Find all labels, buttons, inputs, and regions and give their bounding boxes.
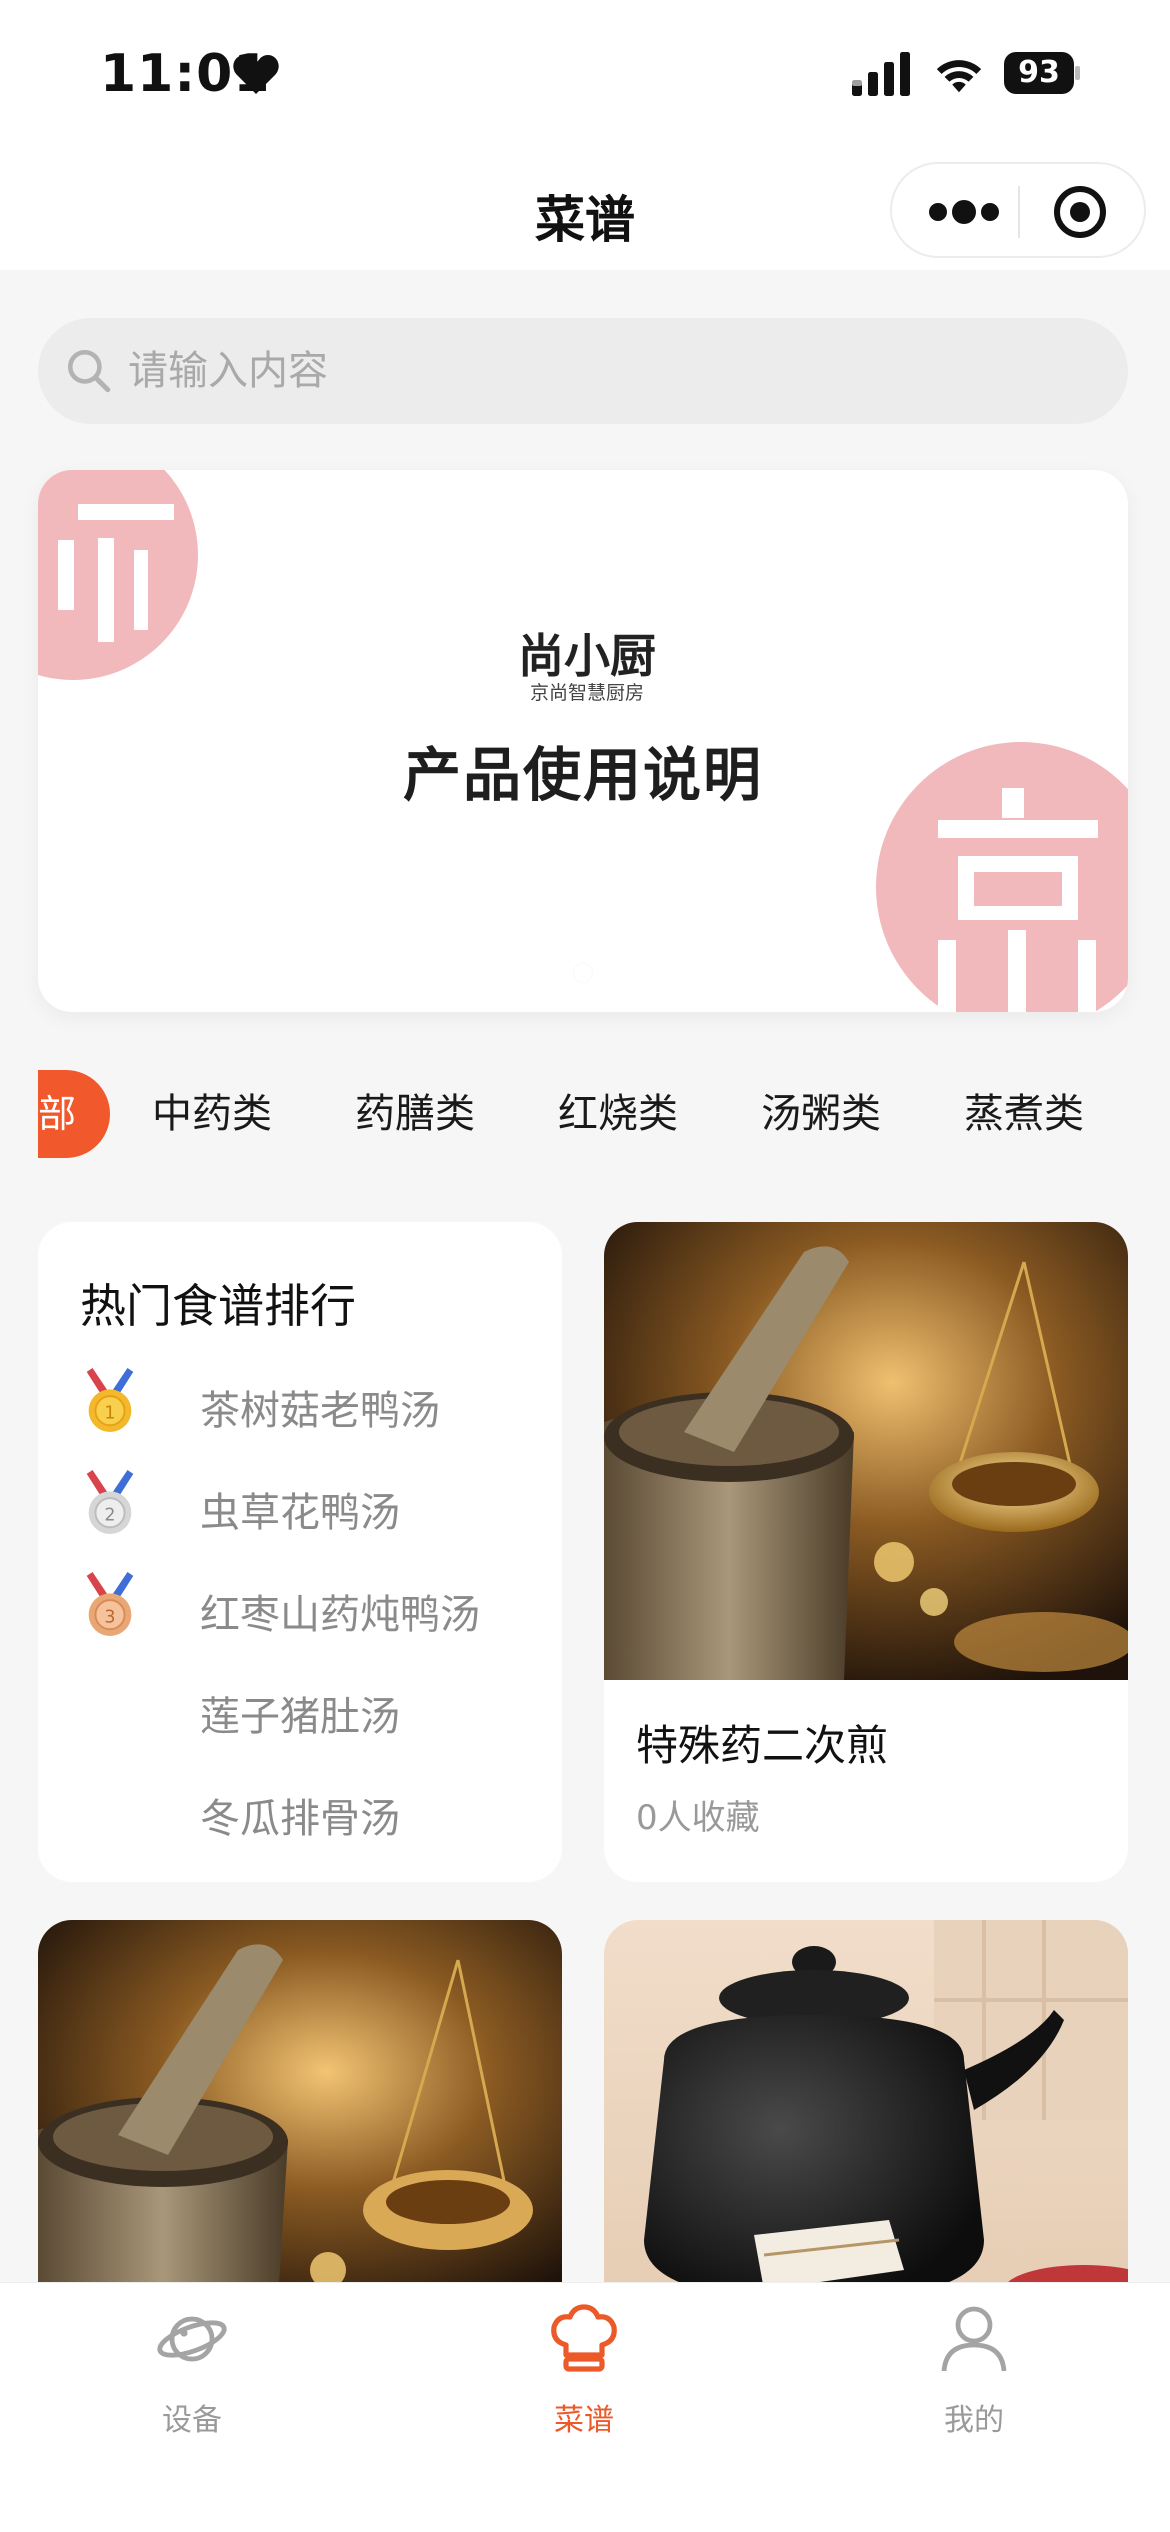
ranking-item[interactable]: 冬瓜排骨汤 xyxy=(80,1770,540,1850)
search-bar[interactable] xyxy=(38,318,1128,424)
recipe-card[interactable] xyxy=(38,1920,562,2300)
heart-icon xyxy=(233,54,279,94)
ranking-item[interactable]: 1 茶树菇老鸭汤 xyxy=(80,1362,540,1442)
ranking-item-label: 虫草花鸭汤 xyxy=(200,1490,400,1536)
nav-bar: 菜谱 xyxy=(0,150,1170,270)
banner-title: 产品使用说明 xyxy=(402,741,763,809)
planet-icon xyxy=(157,2316,227,2362)
search-icon xyxy=(67,349,111,393)
recipe-favorites-count: 0人收藏 xyxy=(636,1798,760,1838)
tab-devices-label: 设备 xyxy=(162,2403,222,2438)
brand-logo-text: 尚小厨 xyxy=(518,629,656,683)
gold-medal-icon: 1 xyxy=(86,1368,134,1433)
svg-text:1: 1 xyxy=(104,1403,115,1423)
banner-carousel[interactable]: 尚小厨 京尚智慧厨房 产品使用说明 xyxy=(38,470,1128,1012)
ranking-item-label: 茶树菇老鸭汤 xyxy=(200,1388,440,1434)
recipe-card[interactable] xyxy=(604,1920,1128,2300)
ranking-title: 热门食谱排行 xyxy=(80,1279,356,1333)
recipe-name: 特殊药二次煎 xyxy=(636,1721,889,1770)
tab-recipes-label: 菜谱 xyxy=(554,2403,614,2438)
category-tab-all[interactable]: 部 xyxy=(38,1070,110,1158)
wifi-icon xyxy=(936,60,982,93)
category-tab-chinese-medicine[interactable]: 中药类 xyxy=(152,1070,272,1158)
cellular-signal-icon xyxy=(852,52,910,96)
capsule-divider xyxy=(1018,186,1020,238)
battery-level: 93 xyxy=(1004,52,1074,94)
tab-devices[interactable]: 设备 xyxy=(92,2303,292,2443)
bottom-tab-bar: 设备 菜谱 我的 xyxy=(0,2282,1170,2532)
ranking-item[interactable]: 莲子猪肚汤 xyxy=(80,1668,540,1748)
category-tabs: 部 中药类 药膳类 红烧类 汤粥类 蒸煮类 xyxy=(0,1070,1170,1160)
ranking-item-label: 红枣山药炖鸭汤 xyxy=(200,1592,480,1638)
battery-indicator: 93 xyxy=(1004,52,1080,94)
bronze-medal-icon: 3 xyxy=(86,1572,134,1637)
recipe-card[interactable]: 特殊药二次煎 0人收藏 xyxy=(604,1222,1128,1882)
carousel-indicator-dot[interactable] xyxy=(574,964,592,982)
recipe-photo-mortar-scale xyxy=(604,1222,1128,1680)
hot-recipe-ranking-card: 热门食谱排行 1 茶树菇老鸭汤 2 虫草花鸭汤 3 红枣山药炖鸭汤 莲子猪肚汤 … xyxy=(38,1222,562,1882)
recipe-photo-mortar-scale xyxy=(38,1920,562,2300)
ranking-item-label: 冬瓜排骨汤 xyxy=(200,1796,400,1842)
ranking-item[interactable]: 2 虫草花鸭汤 xyxy=(80,1464,540,1544)
user-icon xyxy=(941,2306,1007,2372)
ranking-item[interactable]: 3 红枣山药炖鸭汤 xyxy=(80,1566,540,1646)
more-icon[interactable] xyxy=(924,192,1004,232)
ranking-item-label: 莲子猪肚汤 xyxy=(200,1694,400,1740)
svg-text:3: 3 xyxy=(104,1607,115,1627)
seal-character-top-left xyxy=(58,504,174,642)
tab-profile-label: 我的 xyxy=(944,2403,1004,2438)
tab-profile[interactable]: 我的 xyxy=(874,2303,1074,2443)
chef-hat-icon xyxy=(551,2304,617,2372)
search-input[interactable] xyxy=(128,318,1088,424)
category-tab-braised[interactable]: 红烧类 xyxy=(558,1070,678,1158)
silver-medal-icon: 2 xyxy=(86,1470,134,1535)
brand-logo-subtitle: 京尚智慧厨房 xyxy=(529,682,644,704)
brand-logo: 尚小厨 京尚智慧厨房 xyxy=(516,620,658,710)
category-tab-soup-porridge[interactable]: 汤粥类 xyxy=(761,1070,881,1158)
close-miniprogram-icon[interactable] xyxy=(1052,184,1108,240)
battery-tip xyxy=(1075,66,1080,80)
tab-recipes[interactable]: 菜谱 xyxy=(484,2303,684,2443)
recipe-photo-clay-pot xyxy=(604,1920,1128,2300)
category-tab-steamed[interactable]: 蒸煮类 xyxy=(964,1070,1084,1158)
svg-text:2: 2 xyxy=(104,1505,115,1525)
status-bar: 11:01 93 xyxy=(0,0,1170,150)
mini-program-capsule xyxy=(890,162,1146,258)
category-tab-medicinal-diet[interactable]: 药膳类 xyxy=(355,1070,475,1158)
